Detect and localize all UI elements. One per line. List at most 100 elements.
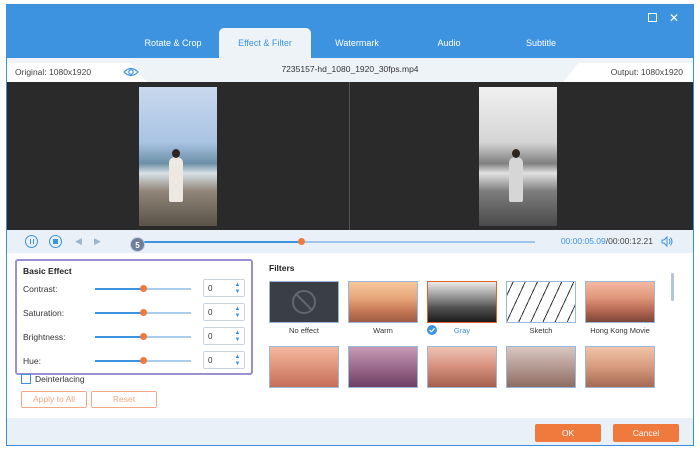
filter-gray[interactable]: Gray (427, 281, 497, 335)
hue-stepper[interactable]: 0 ▲ ▼ (203, 351, 245, 369)
contrast-slider-fill (95, 288, 143, 290)
saturation-value: 0 (208, 308, 213, 317)
deinterlacing-checkbox[interactable] (21, 374, 31, 384)
basic-effect-panel: Basic Effect Contrast: 0 ▲ ▼ Saturation: (15, 259, 253, 375)
output-resolution: Output: 1080x1920 (563, 63, 693, 82)
filters-title: Filters (269, 263, 295, 273)
saturation-stepper[interactable]: 0 ▲ ▼ (203, 303, 245, 321)
saturation-slider-handle[interactable] (140, 309, 147, 316)
filter-sketch[interactable]: Sketch (506, 281, 576, 335)
person-figure (169, 149, 183, 202)
no-effect-icon (292, 290, 316, 314)
decrement-icon[interactable]: ▼ (234, 337, 241, 343)
basic-effect-title: Basic Effect (23, 266, 72, 276)
settings-panel: Basic Effect Contrast: 0 ▲ ▼ Saturation: (7, 253, 693, 418)
filter-warm[interactable]: Warm (348, 281, 418, 335)
filter-no-effect[interactable]: No effect (269, 281, 339, 335)
filter-thumbnail (269, 281, 339, 323)
decrement-icon[interactable]: ▼ (234, 361, 241, 367)
filter-thumbnail-row2[interactable] (269, 346, 339, 388)
title-bar: ✕ Rotate & Crop Effect & Filter Watermar… (7, 5, 693, 58)
total-time: /00:00:12.21 (605, 236, 653, 246)
original-preview-image (139, 87, 217, 226)
filter-label: No effect (289, 326, 319, 335)
brightness-label: Brightness: (23, 332, 66, 342)
hue-slider-handle[interactable] (140, 357, 147, 364)
seek-handle[interactable] (297, 238, 305, 245)
person-figure (509, 149, 523, 202)
contrast-slider-handle[interactable] (140, 285, 147, 292)
dialog-footer: OK Cancel (7, 418, 693, 445)
step-badge: 5 (130, 237, 145, 252)
apply-to-all-button[interactable]: Apply to All (21, 391, 87, 408)
deinterlacing-label: Deinterlacing (35, 374, 85, 384)
tab-audio[interactable]: Audio (403, 28, 495, 58)
filter-hong-kong-movie[interactable]: Hong Kong Movie (585, 281, 655, 335)
ok-button[interactable]: OK (535, 424, 601, 442)
saturation-label: Saturation: (23, 308, 65, 318)
contrast-value: 0 (208, 284, 213, 293)
filter-label: Gray (453, 326, 471, 335)
tab-subtitle[interactable]: Subtitle (495, 28, 587, 58)
check-icon (427, 325, 437, 335)
filter-thumbnail (427, 346, 497, 388)
hue-row: Hue: 0 ▲ ▼ (23, 351, 249, 371)
filter-thumbnail-row2[interactable] (348, 346, 418, 388)
preview-area (7, 82, 693, 230)
filter-thumbnail (506, 281, 576, 323)
saturation-row: Saturation: 0 ▲ ▼ (23, 303, 249, 323)
filter-thumbnail-row2[interactable] (427, 346, 497, 388)
filter-label: Warm (373, 326, 393, 335)
brightness-value: 0 (208, 332, 213, 341)
filter-thumbnail-row2[interactable] (585, 346, 655, 388)
increment-icon[interactable]: ▲ (234, 354, 241, 360)
filter-thumbnail (348, 346, 418, 388)
filter-thumbnail (348, 281, 418, 323)
tab-effect-filter[interactable]: Effect & Filter (219, 28, 311, 58)
brightness-row: Brightness: 0 ▲ ▼ (23, 327, 249, 347)
hue-slider-fill (95, 360, 143, 362)
time-readout: 00:00:05.09/00:00:12.21 (561, 236, 653, 246)
current-time: 00:00:05.09 (560, 236, 606, 246)
tab-watermark[interactable]: Watermark (311, 28, 403, 58)
filter-thumbnail (427, 281, 497, 323)
cancel-button[interactable]: Cancel (613, 424, 679, 442)
filter-label: Hong Kong Movie (590, 326, 650, 335)
filter-thumbnail (506, 346, 576, 388)
filter-thumbnail (269, 346, 339, 388)
increment-icon[interactable]: ▲ (234, 330, 241, 336)
filter-thumbnail-row2[interactable] (506, 346, 576, 388)
filter-thumbnail (585, 346, 655, 388)
maximize-icon[interactable] (645, 11, 659, 25)
brightness-slider-handle[interactable] (140, 333, 147, 340)
seek-progress (131, 241, 301, 243)
tab-rotate-crop[interactable]: Rotate & Crop (127, 28, 219, 58)
output-preview-image (479, 87, 557, 226)
next-frame-icon[interactable]: ▶ (94, 236, 105, 247)
filter-label: Sketch (529, 326, 553, 335)
increment-icon[interactable]: ▲ (234, 306, 241, 312)
volume-icon[interactable] (661, 236, 673, 247)
saturation-slider-fill (95, 312, 143, 314)
filter-thumbnail (585, 281, 655, 323)
brightness-stepper[interactable]: 0 ▲ ▼ (203, 327, 245, 345)
brightness-slider-fill (95, 336, 143, 338)
decrement-icon[interactable]: ▼ (234, 313, 241, 319)
pause-button[interactable] (25, 235, 38, 248)
previous-frame-icon[interactable]: ◀ (75, 236, 86, 247)
filters-scrollbar[interactable] (671, 273, 674, 301)
decrement-icon[interactable]: ▼ (234, 289, 241, 295)
preview-divider (349, 82, 350, 230)
stop-button[interactable] (49, 235, 62, 248)
playback-bar: ◀ ▶ 00:00:05.09/00:00:12.21 (7, 230, 693, 253)
hue-label: Hue: (23, 356, 41, 366)
increment-icon[interactable]: ▲ (234, 282, 241, 288)
close-icon[interactable]: ✕ (667, 11, 681, 25)
effect-filter-dialog: ✕ Rotate & Crop Effect & Filter Watermar… (6, 4, 694, 446)
contrast-stepper[interactable]: 0 ▲ ▼ (203, 279, 245, 297)
hue-value: 0 (208, 356, 213, 365)
contrast-label: Contrast: (23, 284, 58, 294)
reset-button[interactable]: Reset (91, 391, 157, 408)
tab-strip: Rotate & Crop Effect & Filter Watermark … (127, 28, 587, 58)
contrast-row: Contrast: 0 ▲ ▼ (23, 279, 249, 299)
